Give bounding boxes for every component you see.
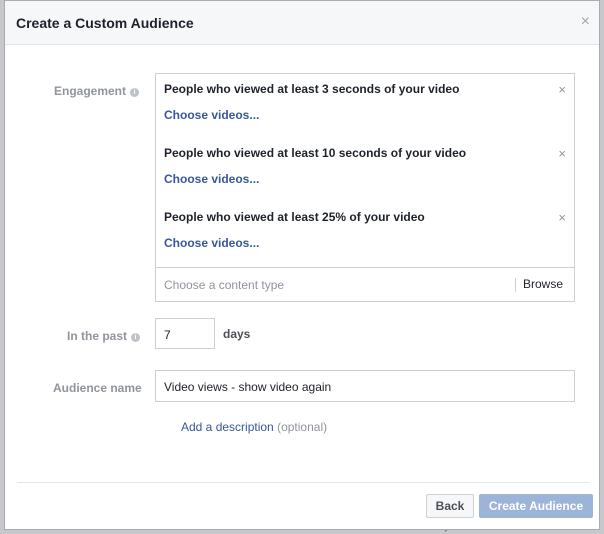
in-the-past-label: In the past i [67, 329, 141, 343]
dialog-title: Create a Custom Audience [16, 15, 194, 31]
engagement-rule: People who viewed at least 25% of your v… [164, 210, 568, 250]
rule-text: People who viewed at least 10 seconds of… [164, 146, 467, 160]
engagement-label: Engagement i [54, 84, 140, 98]
audience-name-label: Audience name [53, 381, 142, 395]
info-icon[interactable]: i [131, 333, 141, 342]
create-custom-audience-dialog: Create a Custom Audience × Engagement i P… [4, 0, 600, 530]
footer-divider [17, 482, 589, 483]
dialog-header: Create a Custom Audience × [5, 1, 599, 45]
remove-icon[interactable]: × [558, 82, 566, 97]
create-audience-button[interactable]: Create Audience [479, 494, 593, 518]
back-button[interactable]: Back [426, 494, 474, 518]
engagement-label-text: Engagement [54, 84, 127, 98]
days-input[interactable]: 7 [155, 318, 215, 349]
info-icon[interactable]: i [130, 88, 140, 97]
browse-button[interactable]: Browse [523, 277, 563, 291]
rule-text: People who viewed at least 3 seconds of … [164, 82, 460, 96]
content-type-input[interactable]: Choose a content type [164, 278, 284, 292]
choose-videos-link[interactable]: Choose videos... [164, 236, 568, 250]
background-right-edge [600, 0, 604, 534]
rule-text: People who viewed at least 25% of your v… [164, 210, 425, 224]
audience-name-input[interactable]: Video views - show video again [155, 370, 575, 402]
browse-divider [515, 278, 516, 292]
remove-icon[interactable]: × [558, 210, 566, 225]
add-description: Add a description (optional) [181, 420, 327, 434]
days-unit-label: days [223, 327, 251, 341]
optional-hint: (optional) [277, 420, 328, 434]
add-description-link[interactable]: Add a description [181, 420, 274, 434]
engagement-rule: People who viewed at least 10 seconds of… [164, 146, 568, 186]
engagement-rule: People who viewed at least 3 seconds of … [164, 82, 568, 122]
remove-icon[interactable]: × [558, 146, 566, 161]
engagement-rules-box: People who viewed at least 3 seconds of … [155, 73, 575, 302]
content-type-row: Choose a content type Browse [156, 267, 574, 301]
close-icon[interactable]: × [581, 14, 590, 30]
choose-videos-link[interactable]: Choose videos... [164, 108, 568, 122]
choose-videos-link[interactable]: Choose videos... [164, 172, 568, 186]
in-the-past-label-text: In the past [67, 329, 128, 343]
